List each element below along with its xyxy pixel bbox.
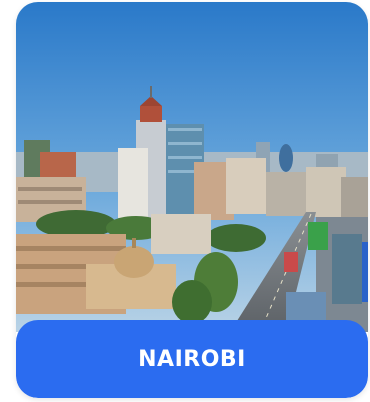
city-photo: [16, 2, 368, 332]
city-name-bar[interactable]: NAIROBI: [16, 320, 368, 398]
city-card[interactable]: NAIROBI: [16, 2, 368, 398]
city-name-label: NAIROBI: [138, 346, 246, 372]
